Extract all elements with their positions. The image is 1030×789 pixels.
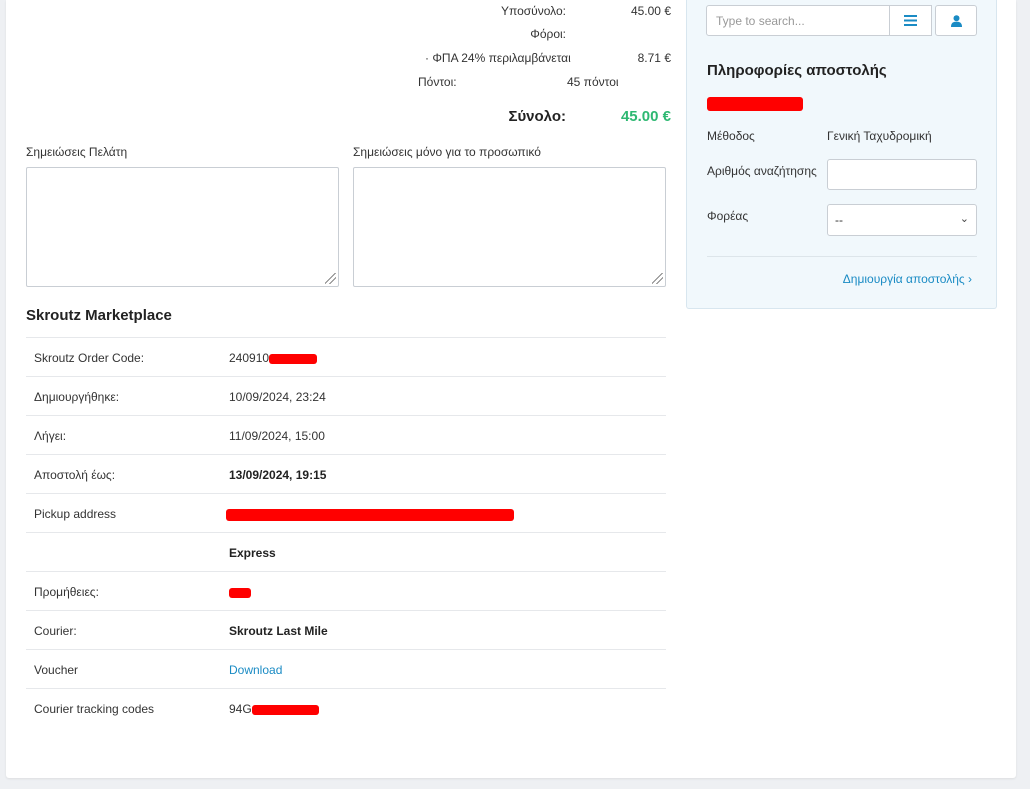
vat-label: · ΦΠΑ 24% περιλαμβάνεται [425,51,571,65]
carrier-selected-value: -- [835,213,843,227]
carrier-label: Φορέας [707,209,749,223]
taxes-label: Φόροι: [530,27,566,41]
voucher-download-link[interactable]: Download [229,663,282,677]
total-value: 45.00 € [620,108,671,125]
chevron-down-icon: ⌄ [959,213,969,225]
user-icon [950,14,962,27]
row-value: Express [229,546,276,560]
table-row: Voucher Download [26,649,666,688]
table-row: Δημιουργήθηκε: 10/09/2024, 23:24 [26,376,666,415]
redaction-mark [269,353,318,364]
row-value: 10/09/2024, 23:24 [229,390,326,404]
method-label: Μέθοδος [707,129,755,143]
skroutz-details-table: Skroutz Order Code: 240910 Δημιουργήθηκε… [26,337,666,727]
table-row: Λήγει: 11/09/2024, 15:00 [26,415,666,454]
method-value: Γενική Ταχυδρομική [827,129,932,143]
shipping-info-panel: Type to search... Πληροφορίες αποστολής … [686,0,997,309]
redaction-mark [251,704,319,715]
row-value: 94G [229,702,319,716]
list-icon [904,15,917,26]
table-row: Courier: Skroutz Last Mile [26,610,666,649]
points-value: 45 πόντοι [567,75,619,89]
vat-value: 8.71 € [637,51,671,65]
carrier-select[interactable]: -- ⌄ [827,204,977,236]
tracking-number-label: Αριθμός αναζήτησης [707,164,817,178]
shipping-info-title: Πληροφορίες αποστολής [707,62,887,79]
row-key: Αποστολή έως: [34,468,116,482]
chevron-right-icon: › [968,272,972,286]
order-card: Υποσύνολο: 45.00 € Φόροι: · ΦΠΑ 24% περι… [6,0,1016,778]
row-value: Skroutz Last Mile [229,624,328,638]
create-shipment-link[interactable]: Δημιουργία αποστολής › [843,272,972,286]
search-input[interactable]: Type to search... [706,5,890,36]
subtotal-label: Υποσύνολο: [500,4,566,18]
table-row: Courier tracking codes 94G [26,688,666,727]
row-value: 11/09/2024, 15:00 [229,429,325,443]
redaction-mark [229,587,251,598]
row-key: Δημιουργήθηκε: [34,390,120,404]
table-row: Προμήθειες: [26,571,666,610]
staff-notes-label: Σημειώσεις μόνο για το προσωπικό [353,145,541,159]
total-label: Σύνολο: [508,108,566,125]
subtotal-value: 45.00 € [630,4,671,18]
customer-notes-label: Σημειώσεις Πελάτη [26,145,128,159]
tracking-number-input[interactable] [827,159,977,190]
row-key: Pickup address [34,507,117,521]
row-key: Voucher [34,663,79,677]
table-row: Αποστολή έως: 13/09/2024, 19:15 [26,454,666,493]
points-label: Πόντοι: [418,75,457,89]
row-key: Λήγει: [34,429,67,443]
row-key: Courier tracking codes [34,702,155,716]
table-row: Express [26,532,666,571]
list-menu-button[interactable] [890,5,932,36]
row-key: Προμήθειες: [34,585,99,599]
table-row: Pickup address [26,493,666,532]
table-row: Skroutz Order Code: 240910 [26,337,666,376]
row-value [226,507,514,521]
redaction-mark [707,97,803,111]
redaction-mark [226,508,514,521]
resize-grip-icon[interactable] [652,273,663,284]
divider [707,256,977,257]
customer-notes-textarea[interactable] [26,167,339,287]
staff-notes-textarea[interactable] [353,167,666,287]
row-value: 240910 [229,351,318,365]
row-value: 13/09/2024, 19:15 [229,468,327,482]
skroutz-section-title: Skroutz Marketplace [26,307,172,324]
row-key: Courier: [34,624,77,638]
row-key: Skroutz Order Code: [34,351,145,365]
row-value [229,585,251,599]
resize-grip-icon[interactable] [325,273,336,284]
user-button[interactable] [935,5,977,36]
